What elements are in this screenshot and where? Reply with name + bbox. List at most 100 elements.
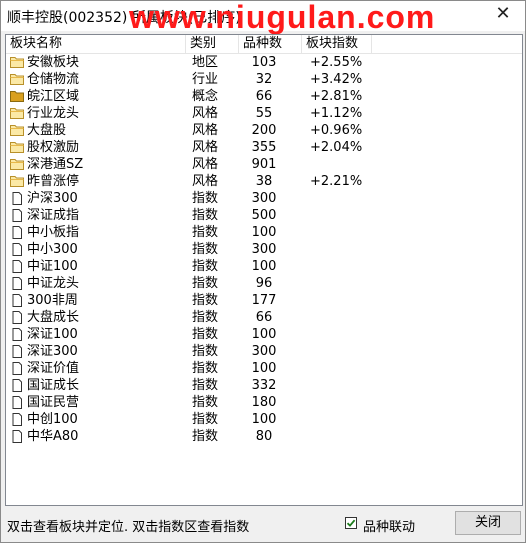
sector-name: 昨曾涨停: [27, 174, 80, 189]
document-icon: [10, 362, 24, 375]
sector-name: 深证300: [27, 344, 78, 359]
table-row[interactable]: 300非周 指数 177: [6, 292, 522, 309]
table-row[interactable]: 沪深300 指数 300: [6, 190, 522, 207]
sector-type: 风格: [192, 174, 219, 189]
sector-count: 300: [251, 242, 277, 257]
document-icon: [10, 345, 24, 358]
table-row[interactable]: 中证龙头 指数 96: [6, 275, 522, 292]
sector-count: 66: [255, 310, 273, 325]
folder-icon: [10, 124, 24, 136]
table-row[interactable]: 大盘股 风格 200 +0.96%: [6, 122, 522, 139]
title-bar[interactable]: 顺丰控股(002352) 所属板块(已排序) www.niugulan.com …: [1, 1, 525, 35]
sector-index: +0.96%: [310, 123, 363, 138]
column-header-name[interactable]: 板块名称: [6, 35, 186, 53]
document-icon: [10, 209, 24, 222]
table-row[interactable]: 股权激励 风格 355 +2.04%: [6, 139, 522, 156]
folder-icon: [10, 175, 24, 187]
table-row[interactable]: 中创100 指数 100: [6, 411, 522, 428]
document-icon: [10, 328, 24, 341]
sector-type: 指数: [192, 361, 219, 376]
sector-count: 100: [251, 259, 277, 274]
sector-count: 300: [251, 191, 277, 206]
column-header-type[interactable]: 类别: [186, 35, 239, 53]
sector-count: 80: [255, 429, 273, 444]
table-row[interactable]: 安徽板块 地区 103 +2.55%: [6, 54, 522, 71]
sector-name: 中小300: [27, 242, 78, 257]
sector-dialog: 顺丰控股(002352) 所属板块(已排序) www.niugulan.com …: [0, 0, 526, 543]
close-button[interactable]: 关闭: [455, 511, 521, 535]
table-row[interactable]: 深证价值 指数 100: [6, 360, 522, 377]
sector-count: 100: [251, 225, 277, 240]
sector-type: 指数: [192, 242, 219, 257]
sector-type: 指数: [192, 412, 219, 427]
sector-name: 行业龙头: [27, 106, 80, 121]
sector-type: 指数: [192, 208, 219, 223]
sector-name: 中华A80: [27, 429, 79, 444]
table-row[interactable]: 大盘成长 指数 66: [6, 309, 522, 326]
sector-index: +2.81%: [310, 89, 363, 104]
window-title: 顺丰控股(002352) 所属板块(已排序): [7, 10, 241, 26]
folder-icon: [10, 56, 24, 68]
sector-type: 地区: [192, 55, 219, 70]
sector-count: 66: [255, 89, 273, 104]
table-row[interactable]: 深港通SZ 风格 901: [6, 156, 522, 173]
column-header-index[interactable]: 板块指数: [302, 35, 372, 53]
table-row[interactable]: 深证成指 指数 500: [6, 207, 522, 224]
sector-name: 国证民营: [27, 395, 80, 410]
table-row[interactable]: 皖江区域 概念 66 +2.81%: [6, 88, 522, 105]
list-header: 板块名称 类别 品种数 板块指数: [6, 35, 522, 54]
document-icon: [10, 294, 24, 307]
table-row[interactable]: 中华A80 指数 80: [6, 428, 522, 445]
sector-count: 100: [251, 412, 277, 427]
folder-icon: [10, 107, 24, 119]
checkmark-icon: [346, 519, 356, 527]
sector-name: 股权激励: [27, 140, 80, 155]
sector-count: 332: [251, 378, 277, 393]
table-row[interactable]: 国证民营 指数 180: [6, 394, 522, 411]
table-row[interactable]: 中证100 指数 100: [6, 258, 522, 275]
table-row[interactable]: 仓储物流 行业 32 +3.42%: [6, 71, 522, 88]
sector-list[interactable]: 板块名称 类别 品种数 板块指数 安徽板块 地区 103 +2.55% 仓储物流 行业 32…: [5, 34, 523, 506]
status-bar: 双击查看板块并定位. 双击指数区查看指数 品种联动 关闭: [1, 506, 525, 542]
sector-count: 355: [251, 140, 277, 155]
folder-icon: [10, 141, 24, 153]
sector-type: 指数: [192, 344, 219, 359]
document-icon: [10, 311, 24, 324]
sector-count: 96: [255, 276, 273, 291]
sector-name: 300非周: [27, 293, 78, 308]
table-row[interactable]: 昨曾涨停 风格 38 +2.21%: [6, 173, 522, 190]
sector-count: 100: [251, 361, 277, 376]
table-row[interactable]: 中小300 指数 300: [6, 241, 522, 258]
link-checkbox[interactable]: [345, 517, 357, 529]
sector-type: 指数: [192, 378, 219, 393]
sector-count: 55: [255, 106, 273, 121]
sector-name: 深证价值: [27, 361, 80, 376]
document-icon: [10, 226, 24, 239]
sector-count: 177: [251, 293, 277, 308]
sector-name: 中证100: [27, 259, 78, 274]
table-row[interactable]: 国证成长 指数 332: [6, 377, 522, 394]
table-row[interactable]: 行业龙头 风格 55 +1.12%: [6, 105, 522, 122]
sector-name: 深证成指: [27, 208, 80, 223]
sector-type: 概念: [192, 89, 219, 104]
sector-name: 中创100: [27, 412, 78, 427]
document-icon: [10, 192, 24, 205]
folder-icon: [10, 158, 24, 170]
close-icon[interactable]: ✕: [495, 5, 511, 23]
folder-icon: [10, 73, 24, 85]
link-checkbox-label[interactable]: 品种联动: [363, 516, 415, 535]
sector-type: 指数: [192, 276, 219, 291]
column-header-count[interactable]: 品种数: [239, 35, 302, 53]
sector-type: 指数: [192, 259, 219, 274]
sector-type: 指数: [192, 327, 219, 342]
table-row[interactable]: 中小板指 指数 100: [6, 224, 522, 241]
table-row[interactable]: 深证100 指数 100: [6, 326, 522, 343]
document-icon: [10, 379, 24, 392]
sector-type: 风格: [192, 157, 219, 172]
table-row[interactable]: 深证300 指数 300: [6, 343, 522, 360]
sector-type: 行业: [192, 72, 219, 87]
sector-type: 指数: [192, 191, 219, 206]
sector-type: 指数: [192, 293, 219, 308]
sector-count: 300: [251, 344, 277, 359]
sector-count: 38: [255, 174, 273, 189]
